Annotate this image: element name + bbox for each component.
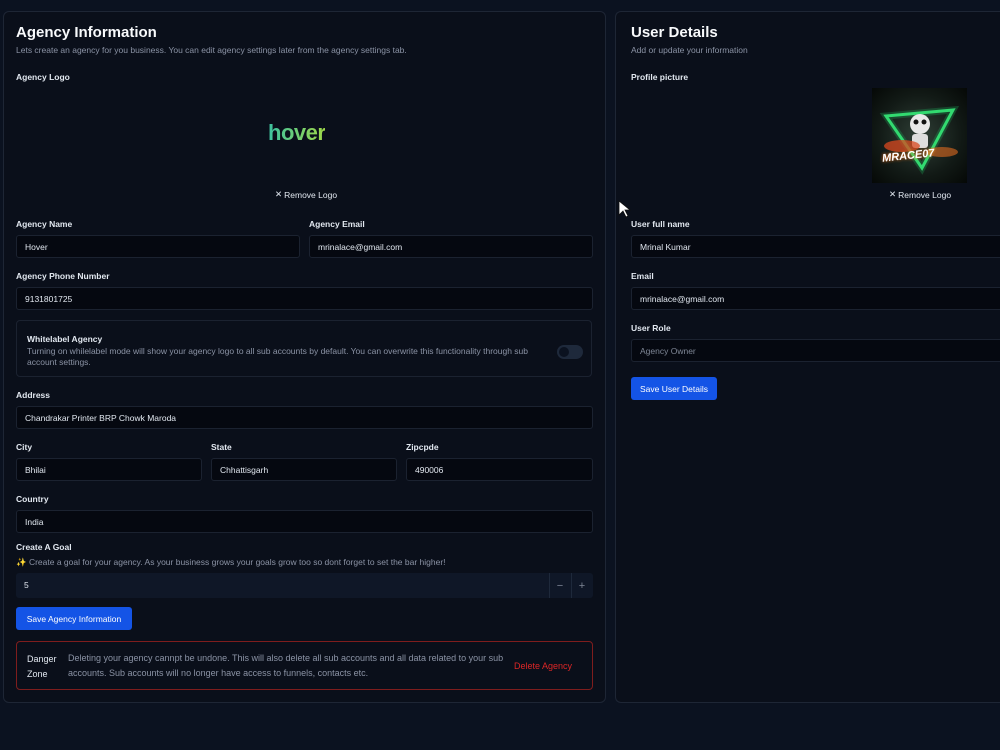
mouse-pointer-icon [618, 200, 632, 218]
agency-information-card: Agency Information Lets create an agency… [3, 11, 606, 703]
danger-zone: Danger Zone Deleting your agency cannpt … [16, 641, 593, 690]
agency-email-label: Agency Email [309, 219, 365, 229]
country-input[interactable]: India [16, 510, 593, 533]
city-label: City [16, 442, 33, 452]
city-input[interactable]: Bhilai [16, 458, 202, 481]
increment-button[interactable]: + [571, 573, 592, 598]
address-input[interactable]: Chandrakar Printer BRP Chowk Maroda [16, 406, 593, 429]
delete-agency-button[interactable]: Delete Agency [514, 661, 572, 671]
remove-agency-logo-button[interactable]: ✕ Remove Logo [275, 189, 337, 200]
address-label: Address [16, 390, 51, 400]
zipcode-input[interactable]: 490006 [406, 458, 593, 481]
agency-name-input[interactable]: Hover [16, 235, 300, 258]
user-email-input[interactable]: mrinalace@gmail.com [631, 287, 1000, 310]
whitelabel-description: Turning on whilelabel mode will show you… [27, 346, 529, 367]
user-role-input[interactable]: Agency Owner [631, 339, 1000, 362]
zipcode-label: Zipcpde [406, 442, 439, 452]
close-icon: ✕ [889, 189, 897, 199]
goal-value: 5 [24, 580, 29, 590]
danger-zone-description: Deleting your agency cannpt be undone. T… [68, 653, 504, 678]
agency-title: Agency Information [16, 24, 157, 41]
whitelabel-toggle[interactable] [557, 345, 583, 359]
agency-logo-image: hover [268, 120, 326, 145]
whitelabel-section: Whitelabel Agency Turning on whilelabel … [16, 320, 592, 377]
user-name-label: User full name [631, 219, 690, 229]
user-details-card: User Details Add or update your informat… [615, 11, 1000, 703]
user-title: User Details [631, 24, 718, 41]
country-label: Country [16, 494, 49, 504]
user-subtitle: Add or update your information [631, 45, 748, 55]
remove-logo-label: Remove Logo [898, 189, 952, 200]
state-input[interactable]: Chhattisgarh [211, 458, 397, 481]
save-user-details-button[interactable]: Save User Details [631, 377, 717, 400]
state-label: State [211, 442, 232, 452]
agency-phone-input[interactable]: 9131801725 [16, 287, 593, 310]
decrement-button[interactable]: − [549, 573, 570, 598]
user-name-input[interactable]: Mrinal Kumar [631, 235, 1000, 258]
save-agency-button[interactable]: Save Agency Information [16, 607, 132, 630]
remove-profile-picture-button[interactable]: ✕ Remove Logo [889, 189, 951, 200]
agency-email-input[interactable]: mrinalace@gmail.com [309, 235, 593, 258]
whitelabel-title: Whitelabel Agency [27, 334, 103, 344]
agency-phone-label: Agency Phone Number [16, 271, 110, 281]
user-email-label: Email [631, 271, 654, 281]
profile-picture-label: Profile picture [631, 72, 689, 82]
remove-logo-label: Remove Logo [284, 189, 338, 200]
goal-label: Create A Goal [16, 542, 72, 552]
danger-zone-title: Danger Zone [27, 654, 57, 679]
agency-logo-label: Agency Logo [16, 72, 70, 82]
agency-name-label: Agency Name [16, 219, 73, 229]
profile-avatar: MRACE07 [872, 88, 967, 183]
goal-description: ✨ Create a goal for your agency. As your… [16, 557, 446, 567]
agency-subtitle: Lets create an agency for you business. … [16, 45, 407, 55]
goal-stepper[interactable]: 5 − + [16, 573, 593, 598]
avatar-artwork [879, 105, 960, 175]
user-role-label: User Role [631, 323, 671, 333]
close-icon: ✕ [275, 189, 283, 199]
